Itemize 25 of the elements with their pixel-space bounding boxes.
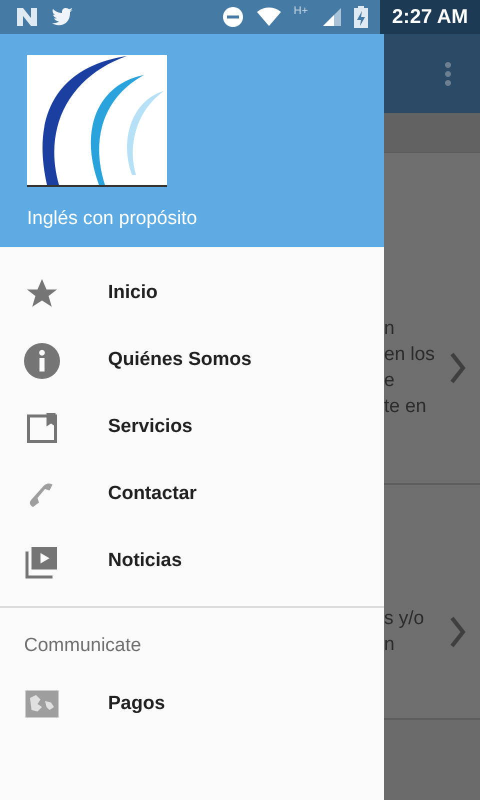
chevron-icon[interactable]: [450, 616, 466, 648]
network-type: H+: [294, 4, 308, 19]
card-text: te en: [384, 395, 428, 419]
card-text: n: [384, 632, 396, 656]
drawer-item[interactable]: Quiénes Somos: [0, 327, 384, 394]
drawer-item[interactable]: Pagos: [0, 670, 384, 738]
do-not-disturb-icon: [222, 6, 244, 28]
app-title: Inglés con propósito: [27, 207, 198, 231]
drawer-item[interactable]: Contactar: [0, 461, 384, 528]
card-text: en los: [384, 343, 436, 367]
drawer-item[interactable]: Noticias: [0, 528, 384, 595]
more-icon[interactable]: [444, 60, 452, 86]
bird-icon: [50, 7, 74, 27]
card-text: n: [384, 317, 396, 341]
card-text: e: [384, 369, 396, 393]
clock: 2:27 AM: [380, 0, 480, 34]
drawer-item[interactable]: Inicio: [0, 260, 384, 327]
drawer-item-icon: [24, 342, 60, 378]
drawer-item[interactable]: Servicios: [0, 394, 384, 461]
notification-icon: [16, 7, 38, 27]
wifi-icon: [256, 7, 282, 27]
chevron-icon[interactable]: [450, 352, 466, 384]
battery-icon: [354, 6, 368, 28]
card-text: s y/o: [384, 606, 426, 630]
section-header: Communicate: [23, 634, 142, 658]
